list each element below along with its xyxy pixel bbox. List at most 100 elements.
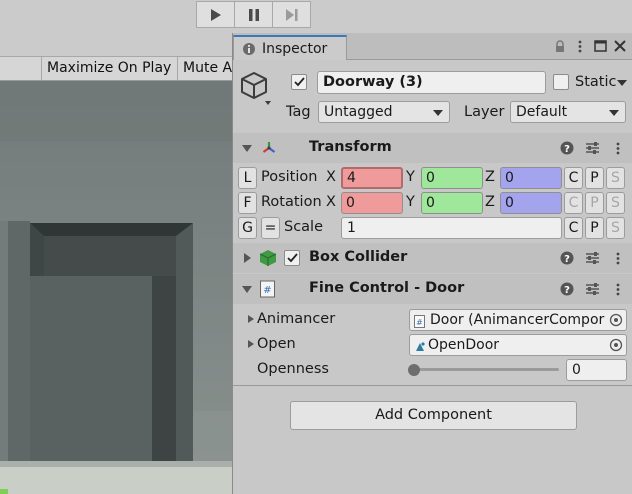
script-icon: #: [259, 280, 277, 298]
svg-text:#: #: [416, 318, 423, 327]
rotation-mode-button[interactable]: F: [238, 192, 257, 214]
rotation-snap-button[interactable]: S: [606, 192, 625, 214]
scale-row: G = Scale 1 C P S: [233, 215, 632, 240]
tag-value: Untagged: [324, 104, 393, 120]
open-clip-field[interactable]: OpenDoor: [409, 334, 627, 356]
rotation-paste-button[interactable]: P: [585, 192, 604, 214]
component-menu-icon[interactable]: [610, 281, 626, 297]
static-dropdown-arrow-icon[interactable]: [617, 80, 627, 86]
rotation-y-field[interactable]: 0: [421, 192, 483, 214]
scale-field[interactable]: 1: [341, 217, 562, 239]
scale-snap-button[interactable]: S: [606, 217, 625, 239]
position-paste-button[interactable]: P: [585, 167, 604, 189]
help-icon[interactable]: ?: [559, 140, 575, 156]
foldout-collapsed-icon[interactable]: [248, 340, 254, 348]
position-local-button[interactable]: L: [238, 167, 257, 189]
box-collider-icon: [259, 249, 277, 267]
game-tab-strip: [0, 33, 232, 56]
foldout-collapsed-icon[interactable]: [244, 253, 251, 263]
game-view-toolbar: Maximize On Play Mute A: [0, 56, 232, 81]
position-x-field[interactable]: 4: [341, 167, 403, 189]
game-view: Maximize On Play Mute A: [0, 33, 232, 494]
animancer-value: Door (AnimancerCompor: [430, 312, 605, 328]
layer-value: Default: [516, 104, 568, 120]
object-picker-icon[interactable]: [609, 313, 623, 330]
animation-clip-icon: [414, 339, 426, 355]
box-collider-header[interactable]: Box Collider ?: [233, 243, 632, 273]
object-picker-icon[interactable]: [609, 338, 623, 355]
step-icon: [285, 8, 297, 21]
maximize-on-play-toggle[interactable]: Maximize On Play: [41, 57, 177, 80]
openness-slider-track[interactable]: [414, 368, 559, 371]
inspector-window: Inspector Doorway (3) Static Tag Untagge…: [232, 33, 632, 494]
lock-icon[interactable]: [551, 37, 569, 55]
presets-icon[interactable]: [584, 140, 600, 156]
box-collider-enabled-checkbox[interactable]: [284, 250, 300, 266]
position-z-field[interactable]: 0: [500, 167, 562, 189]
layer-label: Layer: [464, 104, 505, 120]
animancer-object-field[interactable]: # Door (AnimancerCompor: [409, 309, 627, 331]
object-header: Doorway (3) Static Tag Untagged Layer De…: [233, 60, 632, 134]
static-label: Static: [575, 74, 617, 90]
more-options-icon[interactable]: [571, 37, 589, 55]
openness-slider-thumb[interactable]: [408, 364, 420, 376]
presets-icon[interactable]: [584, 281, 600, 297]
tab-inspector-label: Inspector: [262, 41, 328, 57]
openness-value-field[interactable]: 0: [566, 359, 627, 381]
open-row: Open OpenDoor: [233, 332, 632, 357]
fine-control-title: Fine Control - Door: [309, 280, 465, 296]
scale-paste-button[interactable]: P: [585, 217, 604, 239]
static-checkbox[interactable]: [553, 74, 569, 90]
presets-icon[interactable]: [584, 250, 600, 266]
component-menu-icon[interactable]: [610, 140, 626, 156]
step-button[interactable]: [272, 1, 311, 28]
foldout-expanded-icon[interactable]: [242, 145, 252, 152]
inspector-tab-bar: Inspector: [233, 33, 632, 61]
tab-inspector[interactable]: Inspector: [233, 35, 347, 61]
gameobject-cube-icon[interactable]: [241, 70, 271, 106]
rotation-x-field[interactable]: 0: [341, 192, 403, 214]
mute-audio-toggle[interactable]: Mute A: [177, 57, 232, 80]
rotation-copy-button[interactable]: C: [564, 192, 583, 214]
checkmark-icon: [293, 77, 305, 87]
position-snap-button[interactable]: S: [606, 167, 625, 189]
foldout-expanded-icon[interactable]: [242, 286, 252, 293]
rotation-z-field[interactable]: 0: [500, 192, 562, 214]
position-copy-button[interactable]: C: [564, 167, 583, 189]
chevron-down-icon: [433, 110, 443, 116]
scale-link-button[interactable]: =: [261, 217, 280, 239]
animancer-label: Animancer: [257, 311, 336, 327]
box-collider-title: Box Collider: [309, 249, 408, 265]
transform-header[interactable]: Transform ?: [233, 133, 632, 163]
axis-z-label: Z: [485, 169, 495, 185]
scale-mode-button[interactable]: G: [238, 217, 257, 239]
svg-text:?: ?: [564, 144, 570, 155]
divider: [233, 385, 632, 386]
object-name-field[interactable]: Doorway (3): [317, 71, 546, 94]
fine-control-header[interactable]: # Fine Control - Door ?: [233, 274, 632, 304]
play-button[interactable]: [196, 1, 235, 28]
axis-y-label: Y: [406, 194, 415, 210]
maximize-window-icon[interactable]: [591, 37, 609, 55]
axis-x-label: X: [326, 194, 336, 210]
tag-dropdown[interactable]: Untagged: [318, 101, 450, 123]
rotation-row: F Rotation X 0 Y 0 Z 0 C P S: [233, 190, 632, 215]
help-icon[interactable]: ?: [559, 281, 575, 297]
foldout-collapsed-icon[interactable]: [248, 315, 254, 323]
chevron-down-icon: [609, 110, 619, 116]
close-window-icon[interactable]: [611, 37, 629, 55]
top-toolbar: [0, 0, 632, 33]
scale-copy-button[interactable]: C: [564, 217, 583, 239]
layer-dropdown[interactable]: Default: [510, 101, 626, 123]
add-component-button[interactable]: Add Component: [290, 401, 577, 430]
help-icon[interactable]: ?: [559, 250, 575, 266]
animancer-row: Animancer # Door (AnimancerCompor: [233, 307, 632, 332]
component-menu-icon[interactable]: [610, 250, 626, 266]
game-render[interactable]: [0, 81, 232, 494]
pause-button[interactable]: [234, 1, 273, 28]
play-controls: [196, 1, 311, 28]
active-checkbox[interactable]: [291, 74, 307, 90]
rotation-label: Rotation: [261, 194, 322, 210]
position-y-field[interactable]: 0: [421, 167, 483, 189]
svg-text:#: #: [263, 285, 271, 296]
